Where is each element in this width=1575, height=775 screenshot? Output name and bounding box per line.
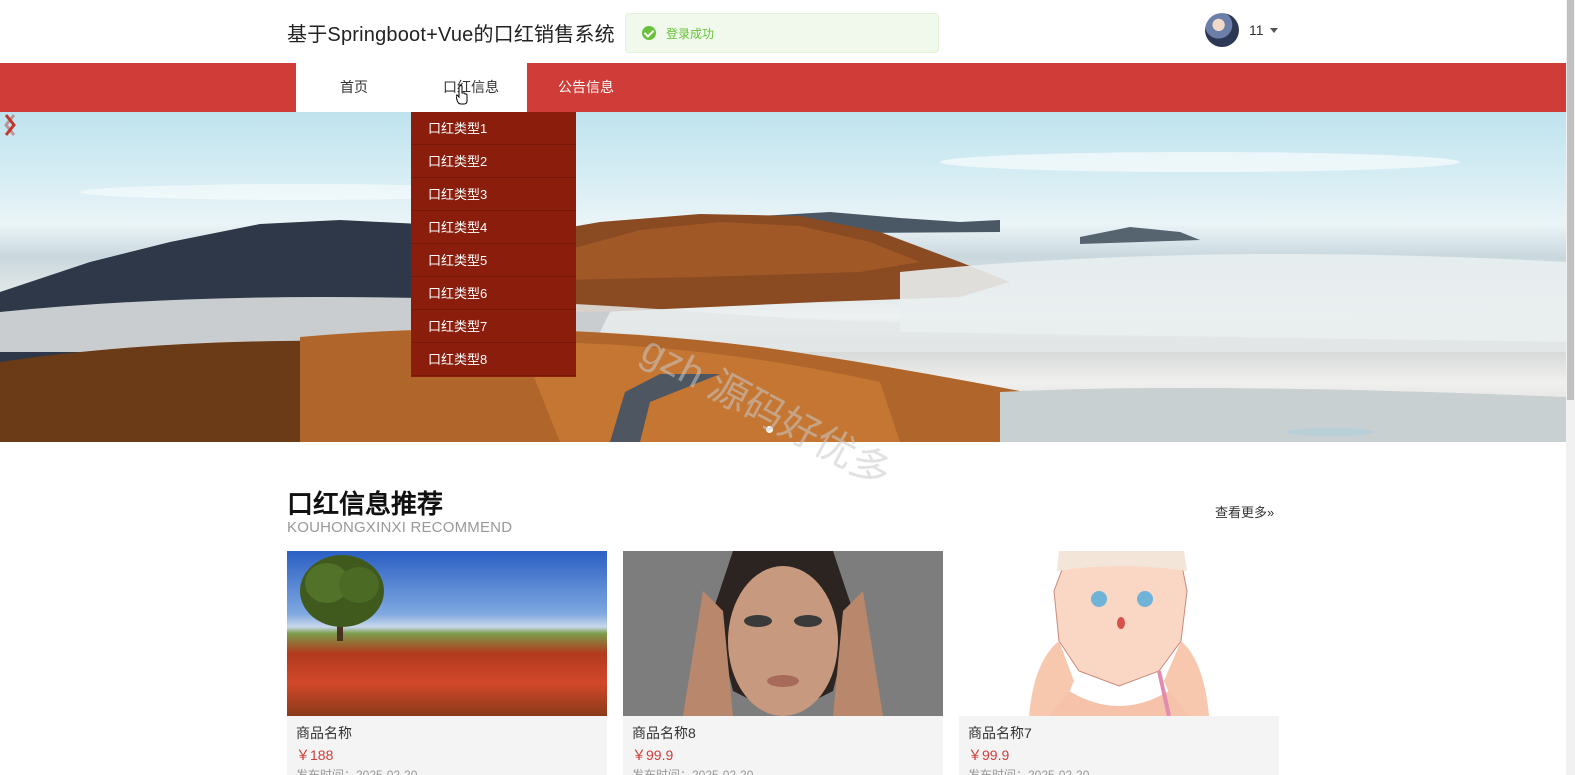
product-card[interactable]: 商品名称7 ￥99.9 发布时间：2025-02-20 [959, 551, 1279, 775]
check-circle-icon [642, 26, 656, 40]
product-image[interactable] [959, 551, 1279, 716]
section-subtitle: KOUHONGXINXI RECOMMEND [287, 519, 513, 536]
scrollbar-thumb[interactable] [1567, 0, 1574, 400]
product-name: 商品名称7 [968, 725, 1032, 741]
nav-item-kouhong[interactable]: 口红信息 [443, 63, 499, 112]
product-price: ￥188 [296, 747, 334, 763]
toast-message: 登录成功 [666, 26, 715, 41]
dropdown-item-type1[interactable]: 口红类型1 [411, 112, 576, 145]
product-name: 商品名称8 [632, 725, 696, 741]
hand-cursor-icon [456, 85, 468, 105]
success-toast: 登录成功 [625, 13, 939, 53]
site-title: 基于Springboot+Vue的口红销售系统 [287, 24, 615, 46]
product-date: 发布时间：2025-02-20 [296, 768, 418, 775]
chevron-right-icon[interactable] [0, 112, 20, 138]
dropdown-item-type8[interactable]: 口红类型8 [411, 343, 576, 376]
nav-item-home[interactable]: 首页 [340, 63, 368, 112]
dropdown-item-type2[interactable]: 口红类型2 [411, 145, 576, 178]
nav-item-notice[interactable]: 公告信息 [558, 63, 614, 112]
product-date: 发布时间：2025-02-20 [632, 768, 754, 775]
product-name: 商品名称 [296, 725, 352, 741]
main-nav: 首页 口红信息 公告信息 [0, 63, 1566, 112]
product-price: ￥99.9 [968, 747, 1010, 763]
user-name[interactable]: 11 [1249, 22, 1264, 38]
product-date: 发布时间：2025-02-20 [968, 768, 1090, 775]
product-image[interactable] [287, 551, 607, 716]
view-more-link[interactable]: 查看更多» [1215, 502, 1274, 521]
dropdown-item-type6[interactable]: 口红类型6 [411, 277, 576, 310]
dropdown-item-type4[interactable]: 口红类型4 [411, 211, 576, 244]
product-card[interactable]: 商品名称8 ￥99.9 发布时间：2025-02-20 [623, 551, 943, 775]
dropdown-item-type3[interactable]: 口红类型3 [411, 178, 576, 211]
product-price: ￥99.9 [632, 747, 674, 763]
caret-down-icon[interactable] [1269, 27, 1278, 33]
scrollbar[interactable] [1566, 0, 1575, 775]
dropdown-item-type7[interactable]: 口红类型7 [411, 310, 576, 343]
section-title: 口红信息推荐 [287, 489, 444, 519]
top-header: 基于Springboot+Vue的口红销售系统 登录成功 11 [0, 0, 1575, 63]
product-card[interactable]: 商品名称 ￥188 发布时间：2025-02-20 [287, 551, 607, 775]
product-image[interactable] [623, 551, 943, 716]
kouhong-dropdown-menu: 口红类型1 口红类型2 口红类型3 口红类型4 口红类型5 口红类型6 口红类型… [411, 112, 576, 377]
dropdown-item-type5[interactable]: 口红类型5 [411, 244, 576, 277]
user-menu[interactable]: 11 [1205, 12, 1278, 48]
avatar[interactable] [1205, 13, 1239, 47]
